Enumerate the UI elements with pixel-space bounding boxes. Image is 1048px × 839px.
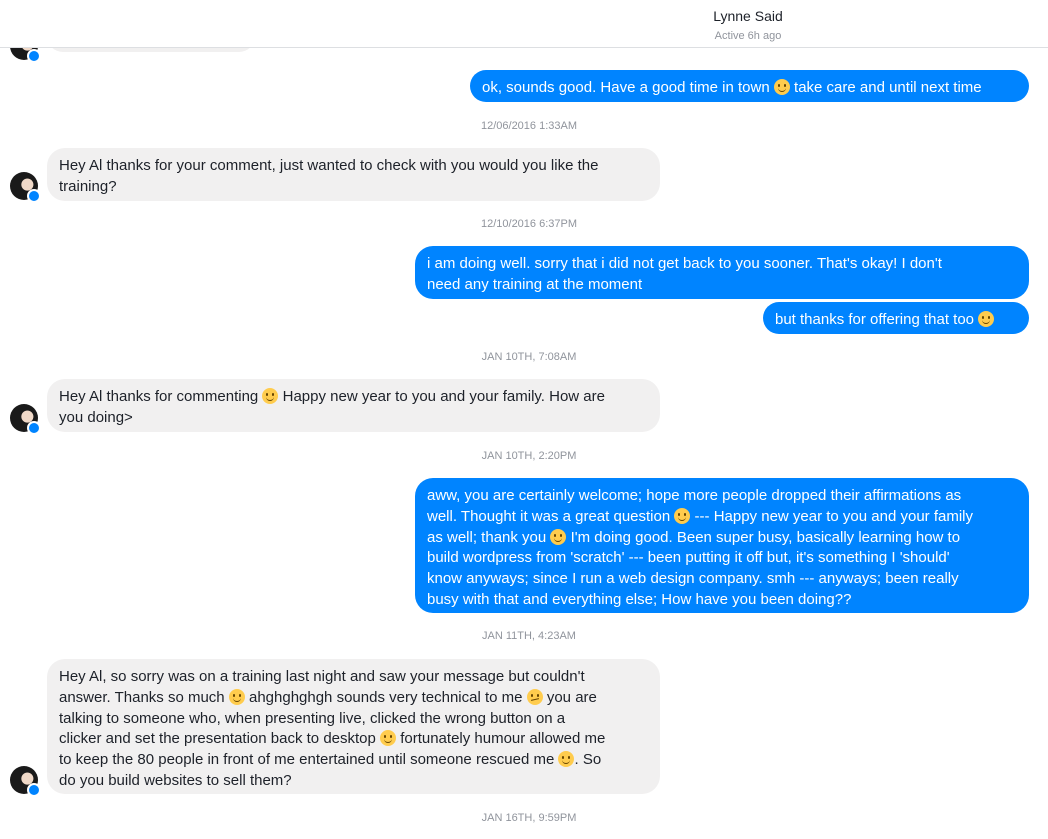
slightly-smiling-face-emoji [558, 751, 575, 768]
message-bubble-outgoing[interactable]: but thanks for offering that too [763, 302, 1029, 334]
timestamp: JAN 16TH, 9:59PM [481, 812, 577, 824]
message-text: ok, sounds good. Have a good time in tow… [482, 79, 982, 96]
slightly-smiling-face-emoji [978, 311, 995, 327]
messenger-badge-icon [27, 421, 41, 435]
message-line: build wordpress from 'scratch' --- been … [427, 549, 950, 567]
message-line: Hey Al, so sorry was on a training last … [59, 668, 585, 685]
message-line: you doing> [59, 408, 133, 426]
message-bubble-outgoing[interactable]: i am doing well. sorry that i did not ge… [415, 246, 1029, 299]
timestamp: JAN 10TH, 2:20PM [481, 450, 577, 462]
message-bubble-outgoing[interactable]: ok, sounds good. Have a good time in tow… [470, 70, 1029, 102]
contact-name[interactable]: Lynne Said [0, 8, 1048, 24]
contact-avatar[interactable] [10, 404, 41, 435]
message-text: but thanks for offering that too [775, 311, 995, 328]
message-line: to keep the 80 people in front of me ent… [59, 751, 602, 769]
slightly-smiling-face-emoji [550, 528, 567, 545]
slightly-smiling-face-emoji [674, 507, 691, 524]
contact-avatar[interactable] [10, 172, 41, 203]
message-line: Hey Al thanks for your comment, just wan… [59, 157, 599, 174]
timestamp: 12/06/2016 1:33AM [480, 120, 578, 132]
message-line: training? [59, 177, 117, 195]
timestamp: JAN 11TH, 4:23AM [482, 630, 576, 642]
message-line: know anyways; since I run a web design c… [427, 570, 959, 588]
timestamp: JAN 10TH, 7:08AM [481, 351, 577, 363]
slightly-smiling-face-emoji [773, 79, 790, 95]
slightly-smiling-face-emoji [228, 688, 245, 705]
message-line: busy with that and everything else; How … [427, 590, 852, 608]
message-bubble-incoming[interactable]: Hey Al thanks for commenting Happy new y… [47, 379, 660, 432]
messenger-badge-icon [27, 49, 41, 63]
messenger-badge-icon [27, 783, 41, 797]
message-line: i am doing well. sorry that i did not ge… [427, 255, 942, 272]
confused-face-emoji [526, 688, 543, 705]
contact-avatar[interactable] [10, 766, 41, 797]
message-line: answer. Thanks so much ahghghghgh sounds… [59, 688, 597, 706]
slightly-smiling-face-emoji [380, 730, 397, 747]
timestamp: 12/10/2016 6:37PM [480, 218, 578, 230]
message-line: as well; thank you I'm doing good. Been … [427, 528, 961, 546]
message-bubble-incoming[interactable]: Hey Al, so sorry was on a training last … [47, 659, 660, 794]
message-line: clicker and set the presentation back to… [59, 730, 606, 748]
message-bubble-outgoing[interactable]: aww, you are certainly welcome; hope mor… [415, 478, 1029, 613]
message-bubble-incoming[interactable]: Hey Al thanks for your comment, just wan… [47, 148, 660, 201]
message-line: well. Thought it was a great question --… [427, 507, 973, 525]
slightly-smiling-face-emoji [262, 388, 279, 404]
message-line: do you build websites to sell them? [59, 771, 292, 789]
message-line: Hey Al thanks for commenting Happy new y… [59, 388, 605, 405]
message-thread[interactable]: ok, sounds good. Have a good time in tow… [0, 0, 1048, 839]
message-line: talking to someone who, when presenting … [59, 709, 566, 727]
active-status: Active 6h ago [714, 30, 782, 42]
conversation-header: Lynne Said Active 6h ago [0, 0, 1048, 48]
message-line: aww, you are certainly welcome; hope mor… [427, 487, 962, 504]
message-line: need any training at the moment [427, 275, 643, 293]
messenger-badge-icon [27, 189, 41, 203]
